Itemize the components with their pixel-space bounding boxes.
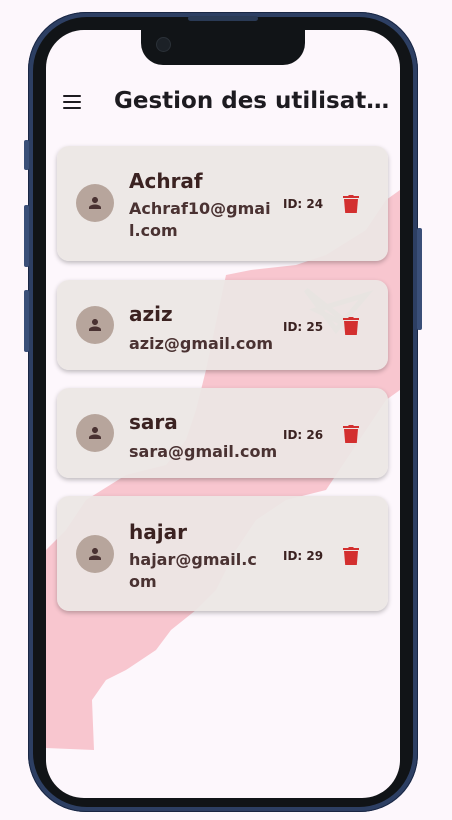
phone-speaker	[188, 16, 258, 21]
phone-volume-down-button	[24, 290, 29, 352]
person-icon	[76, 184, 114, 222]
user-name: aziz	[129, 302, 173, 326]
person-icon	[76, 306, 114, 344]
trash-icon[interactable]	[342, 194, 360, 214]
app-screen: Gestion des utilisateurs Achraf Achraf10…	[46, 30, 400, 798]
user-card: sara sara@gmail.com ID: 26	[57, 388, 388, 478]
user-email: Achraf10@gmail.com	[129, 199, 271, 240]
user-card: hajar hajar@gmail.com ID: 29	[57, 496, 388, 611]
page-title: Gestion des utilisateurs	[114, 88, 394, 114]
user-id: ID: 25	[283, 320, 324, 334]
user-id: ID: 29	[283, 549, 324, 563]
user-email: hajar@gmail.com	[129, 550, 257, 591]
trash-icon[interactable]	[342, 316, 360, 336]
phone-volume-up-button	[24, 205, 29, 267]
trash-icon[interactable]	[342, 546, 360, 566]
user-email: sara@gmail.com	[129, 442, 278, 461]
person-icon	[76, 414, 114, 452]
user-id: ID: 26	[283, 428, 324, 442]
user-card: Achraf Achraf10@gmail.com ID: 24	[57, 146, 388, 261]
trash-icon[interactable]	[342, 424, 360, 444]
menu-icon[interactable]	[63, 95, 81, 109]
phone-power-button	[417, 228, 422, 330]
user-id: ID: 24	[283, 197, 324, 211]
app-bar: Gestion des utilisateurs	[46, 85, 400, 125]
user-email: aziz@gmail.com	[129, 334, 274, 353]
user-name: Achraf	[129, 169, 203, 193]
person-icon	[76, 535, 114, 573]
user-name: hajar	[129, 520, 187, 544]
user-name: sara	[129, 410, 178, 434]
phone-side-button	[24, 140, 29, 170]
front-camera	[156, 37, 171, 52]
user-card: aziz aziz@gmail.com ID: 25	[57, 280, 388, 370]
